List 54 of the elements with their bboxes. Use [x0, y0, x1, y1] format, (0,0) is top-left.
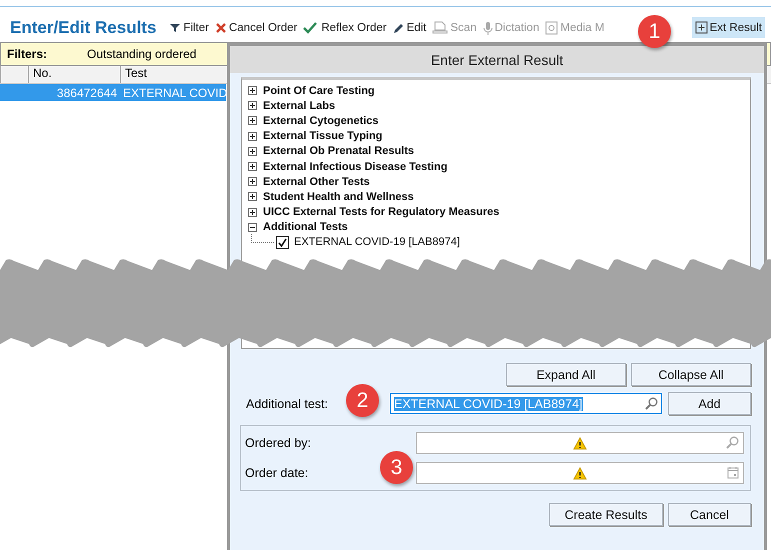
- add-button[interactable]: Add: [668, 392, 751, 415]
- plus-icon[interactable]: [248, 162, 257, 172]
- table-cell-text: 386472644: [56, 86, 118, 100]
- plus-document-icon: [694, 21, 708, 34]
- plus-icon[interactable]: [248, 146, 257, 156]
- create-results-button[interactable]: Create Results: [549, 503, 663, 526]
- tree-item[interactable]: External Ob Prenatal Results: [263, 145, 414, 158]
- field-label: Additional test:: [246, 396, 328, 410]
- tree-item[interactable]: Student Health and Wellness: [263, 190, 414, 203]
- tree-item[interactable]: External Cytogenetics: [263, 114, 379, 127]
- plus-icon[interactable]: [248, 132, 257, 141]
- search-field[interactable]: [416, 432, 744, 454]
- plus-icon[interactable]: [248, 101, 257, 110]
- toolbar-button[interactable]: Reflex Order: [300, 18, 390, 38]
- cancel-button[interactable]: Cancel: [668, 503, 751, 526]
- dialog-title: Enter External Result: [230, 46, 764, 73]
- tree-item[interactable]: External Other Tests: [263, 176, 370, 188]
- field-label: Ordered by:: [245, 436, 312, 450]
- plus-icon[interactable]: [248, 86, 257, 96]
- x-icon: [214, 22, 227, 34]
- tree-item[interactable]: EXTERNAL COVID-19 [LAB8974]: [294, 236, 460, 248]
- toolbar-button[interactable]: Ext Result: [692, 17, 765, 38]
- tree-item[interactable]: External Infectious Disease Testing: [263, 160, 448, 173]
- filter-icon: [169, 22, 182, 34]
- plus-icon[interactable]: [248, 192, 257, 202]
- toolbar-button[interactable]: Edit: [390, 18, 430, 38]
- tree-item[interactable]: UICC External Tests for Regulatory Measures: [263, 206, 500, 218]
- tree-item[interactable]: Point Of Care Testing: [263, 84, 375, 97]
- filters-label: Filters:: [7, 47, 48, 61]
- tree-item[interactable]: Additional Tests: [263, 221, 348, 234]
- collapse-all-button[interactable]: Collapse All: [631, 363, 751, 386]
- column-header[interactable]: No.: [28, 66, 120, 83]
- plus-icon[interactable]: [248, 177, 257, 186]
- toolbar-button[interactable]: Filter: [166, 18, 212, 38]
- date-field[interactable]: [416, 462, 744, 484]
- plus-icon[interactable]: [248, 116, 257, 126]
- tree-item[interactable]: External Tissue Typing: [263, 130, 382, 142]
- checkbox[interactable]: [276, 236, 289, 249]
- checkmark-icon: [303, 22, 320, 34]
- selected-text: EXTERNAL COVID-19 [LAB8974]: [394, 396, 583, 410]
- document-icon: [545, 20, 558, 34]
- microphone-icon: [482, 20, 493, 34]
- toolbar-button[interactable]: Cancel Order: [212, 18, 300, 38]
- tree-item[interactable]: External Labs: [263, 100, 336, 112]
- scanner-icon: [432, 21, 448, 34]
- search-icon[interactable]: [645, 397, 658, 410]
- callout-badge: 1: [638, 15, 671, 48]
- minus-icon[interactable]: [248, 222, 257, 232]
- expand-all-button[interactable]: Expand All: [506, 363, 626, 386]
- filter-value: Outstanding ordered: [87, 47, 196, 61]
- pencil-icon: [392, 22, 405, 34]
- field-label: Order date:: [245, 466, 308, 480]
- plus-icon[interactable]: [248, 208, 257, 217]
- page-title: Enter/Edit Results: [10, 18, 156, 38]
